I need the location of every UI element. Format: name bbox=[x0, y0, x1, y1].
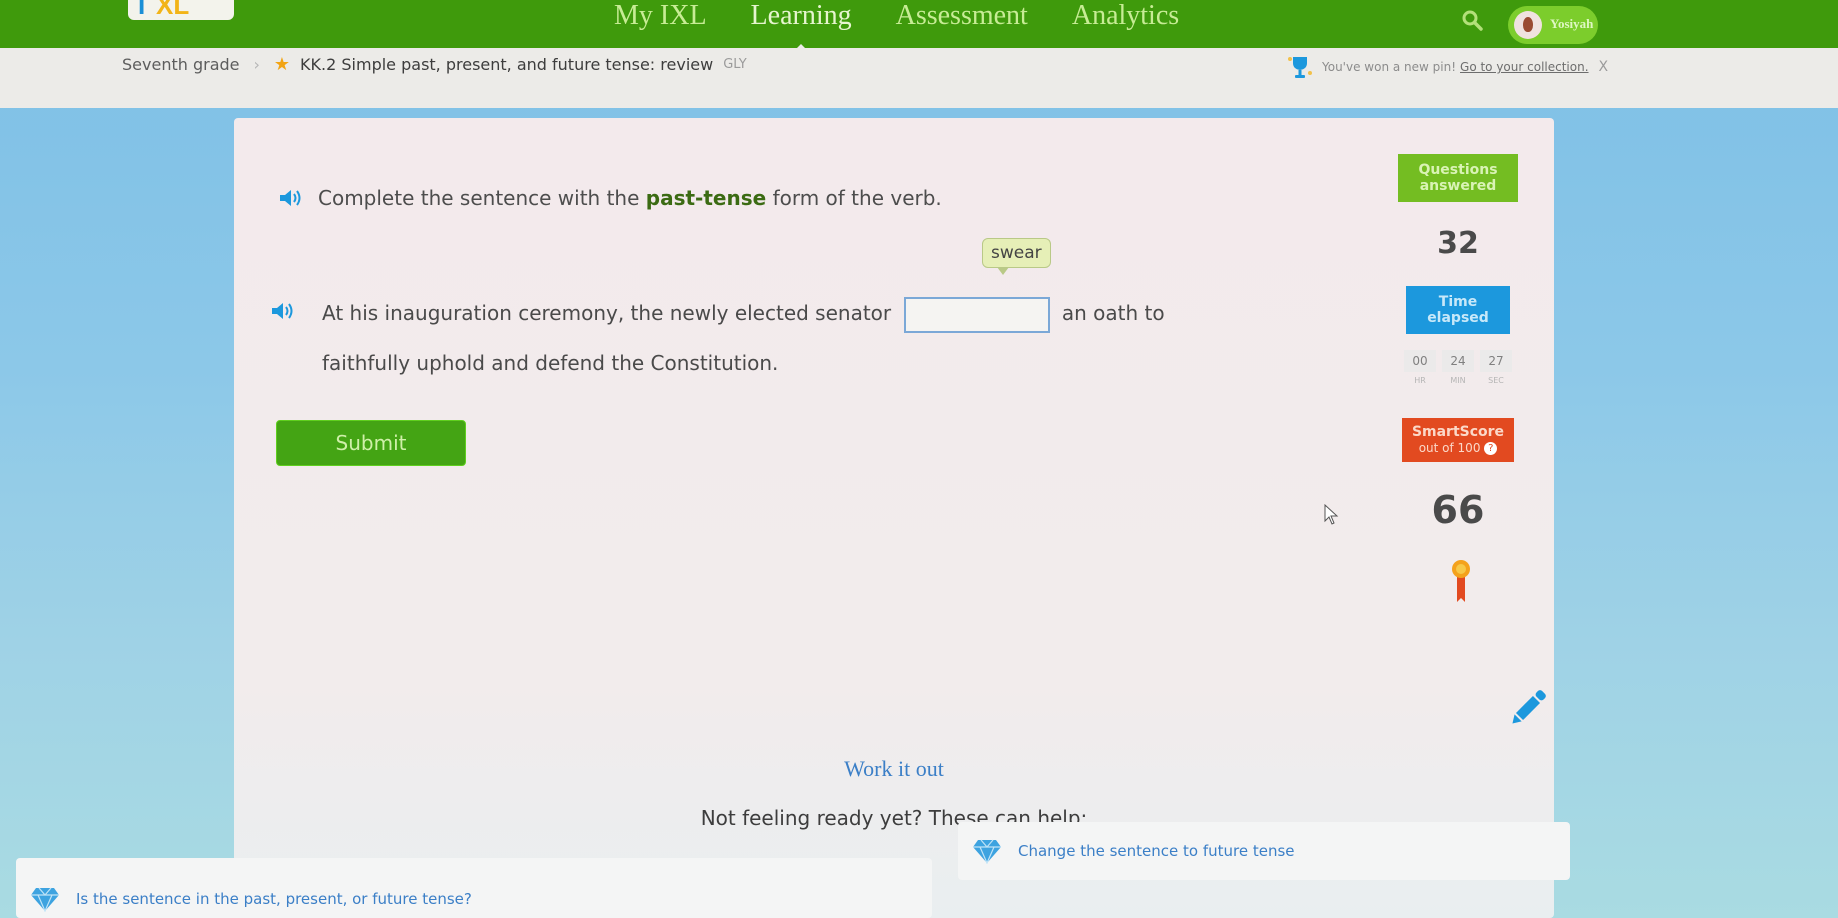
main-nav: My IXL Learning Assessment Analytics bbox=[592, 0, 1201, 52]
pin-notification: You've won a new pin! Go to your collect… bbox=[1286, 54, 1608, 80]
answer-input[interactable] bbox=[903, 296, 1050, 333]
smartscore-value: 66 bbox=[1431, 488, 1485, 532]
sentence-part-1: At his inauguration ceremony, the newly … bbox=[322, 301, 892, 325]
skill-title: KK.2 Simple past, present, and future te… bbox=[300, 55, 714, 74]
timer-hours: 00 HR bbox=[1404, 350, 1436, 385]
instruction-post: form of the verb. bbox=[772, 186, 942, 210]
instruction-text: Complete the sentence with the past-tens… bbox=[318, 186, 942, 210]
sentence-line-2: faithfully uphold and defend the Constit… bbox=[322, 351, 779, 375]
smartscore-sub-text: out of 100 bbox=[1418, 441, 1481, 455]
speaker-icon[interactable] bbox=[278, 187, 304, 209]
nav-learning[interactable]: Learning bbox=[729, 0, 874, 52]
timer-seconds: 27 SEC bbox=[1480, 350, 1512, 385]
timer: 00 HR 24 MIN 27 SEC bbox=[1398, 350, 1518, 385]
pencil-icon[interactable] bbox=[1504, 684, 1552, 732]
timer-value: 24 bbox=[1442, 350, 1474, 372]
instruction-emphasis: past-tense bbox=[645, 186, 767, 210]
avatar bbox=[1514, 11, 1542, 39]
nav-assessment[interactable]: Assessment bbox=[874, 0, 1050, 38]
chevron-right-icon: › bbox=[253, 55, 260, 74]
logo-xl: XL bbox=[156, 0, 190, 20]
collection-link[interactable]: Go to your collection. bbox=[1460, 60, 1589, 74]
submit-button[interactable]: Submit bbox=[276, 420, 466, 466]
smartscore-subtitle: out of 100 ? bbox=[1402, 440, 1514, 456]
timer-unit: MIN bbox=[1450, 376, 1466, 385]
pin-notice-text: You've won a new pin! bbox=[1322, 60, 1457, 74]
question-instruction: Complete the sentence with the past-tens… bbox=[278, 186, 942, 210]
mouse-cursor-icon bbox=[1324, 504, 1339, 525]
ribbon-award-icon bbox=[1452, 560, 1470, 602]
timer-unit: SEC bbox=[1488, 376, 1504, 385]
sentence-part-2: an oath to bbox=[1061, 301, 1165, 325]
practice-card: Complete the sentence with the past-tens… bbox=[234, 118, 1554, 918]
top-navigation: I XL My IXL Learning Assessment Analytic… bbox=[0, 0, 1838, 52]
nav-my-ixl[interactable]: My IXL bbox=[592, 0, 729, 38]
diamond-icon bbox=[31, 887, 59, 912]
instruction-pre: Complete the sentence with the bbox=[318, 186, 640, 210]
speaker-icon[interactable] bbox=[270, 300, 296, 322]
help-card-label: Change the sentence to future tense bbox=[1018, 842, 1295, 860]
smartscore-label: SmartScore out of 100 ? bbox=[1402, 418, 1514, 462]
close-icon[interactable]: X bbox=[1599, 59, 1609, 75]
timer-minutes: 24 MIN bbox=[1442, 350, 1474, 385]
smartscore-title: SmartScore bbox=[1411, 424, 1505, 440]
breadcrumb: Seventh grade › ★ KK.2 Simple past, pres… bbox=[122, 54, 747, 75]
work-it-out-link[interactable]: Work it out bbox=[234, 756, 1554, 782]
diamond-icon bbox=[973, 839, 1001, 864]
search-icon[interactable] bbox=[1460, 8, 1484, 32]
help-icon[interactable]: ? bbox=[1484, 442, 1498, 455]
timer-unit: HR bbox=[1414, 376, 1426, 385]
nav-analytics[interactable]: Analytics bbox=[1050, 0, 1201, 38]
user-menu[interactable]: Yosiyah bbox=[1508, 6, 1598, 44]
logo-i: I bbox=[138, 0, 146, 20]
questions-answered-value: 32 bbox=[1437, 226, 1479, 261]
timer-value: 00 bbox=[1404, 350, 1436, 372]
user-name: Yosiyah bbox=[1550, 16, 1594, 31]
breadcrumb-bar: Seventh grade › ★ KK.2 Simple past, pres… bbox=[0, 48, 1838, 108]
ixl-logo[interactable]: I XL bbox=[128, 0, 234, 20]
trophy-icon bbox=[1288, 57, 1312, 78]
verb-hint: swear bbox=[982, 238, 1051, 275]
breadcrumb-grade[interactable]: Seventh grade bbox=[122, 55, 240, 74]
question-sentence: At his inauguration ceremony, the newly … bbox=[272, 288, 1322, 388]
questions-answered-label: Questions answered bbox=[1398, 154, 1518, 202]
star-icon[interactable]: ★ bbox=[274, 54, 290, 75]
timer-value: 27 bbox=[1480, 350, 1512, 372]
help-card[interactable]: Change the sentence to future tense bbox=[958, 822, 1570, 880]
skill-code: GLY bbox=[723, 57, 747, 72]
time-elapsed-label: Time elapsed bbox=[1406, 286, 1510, 334]
help-card-label: Is the sentence in the past, present, or… bbox=[76, 890, 472, 908]
help-card[interactable]: Is the sentence in the past, present, or… bbox=[16, 858, 932, 918]
